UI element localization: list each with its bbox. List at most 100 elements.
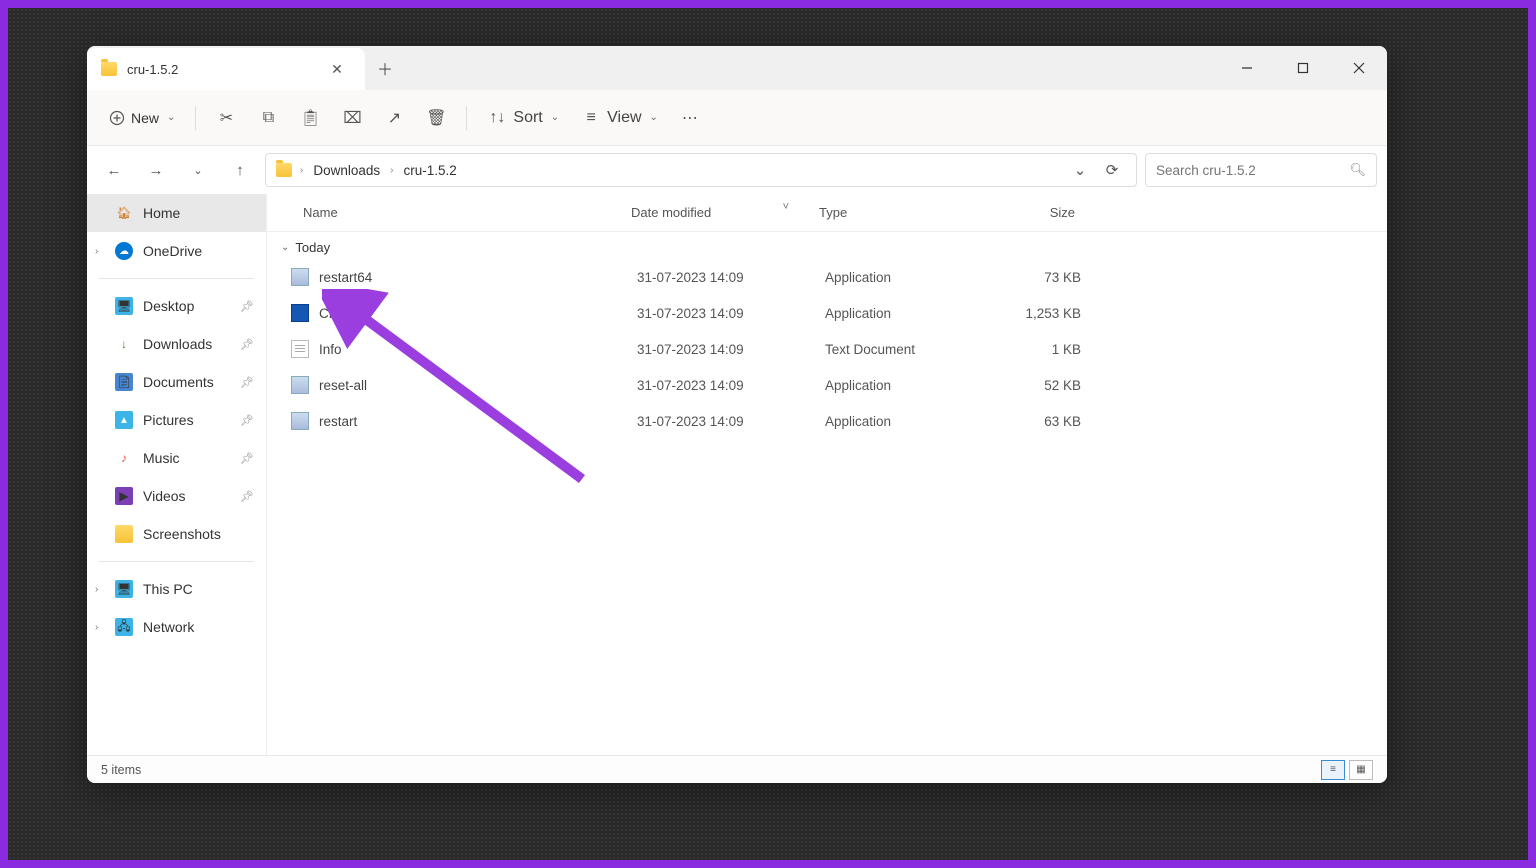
close-button[interactable] (1331, 46, 1387, 90)
maximize-button[interactable] (1275, 46, 1331, 90)
sidebar-label: Videos (143, 488, 186, 504)
file-name: reset-all (319, 378, 637, 393)
delete-button[interactable]: 🗑︎ (418, 100, 454, 136)
chevron-down-icon: ⌄ (281, 242, 289, 253)
address-bar[interactable]: › Downloads › cru-1.5.2 ⌄ ⟳ (265, 153, 1137, 187)
file-row[interactable]: restart6431-07-2023 14:09Application73 K… (267, 259, 1387, 295)
search-input[interactable] (1156, 163, 1349, 178)
ic-folder-icon (115, 525, 133, 543)
cut-button[interactable]: ✂ (208, 100, 244, 136)
view-button[interactable]: ≡ View ⌄ (573, 100, 666, 136)
tab-active[interactable]: cru-1.5.2 ✕ (87, 48, 365, 90)
home-icon: 🏠︎ (115, 204, 133, 222)
sidebar-item-network[interactable]: › 🖧 Network (87, 608, 266, 646)
new-button[interactable]: New ⌄ (101, 100, 183, 136)
file-name: Info (319, 342, 637, 357)
file-name: restart64 (319, 270, 637, 285)
sidebar-item-screenshots[interactable]: Screenshots (87, 515, 266, 553)
pin-icon: 📌︎ (240, 452, 254, 465)
body: 🏠︎ Home › ☁ OneDrive 🖥︎Desktop📌︎ ↓ Downloa… (87, 194, 1387, 755)
pin-icon: 📌︎ (240, 490, 254, 503)
ellipsis-icon: ⋯ (680, 108, 700, 128)
monitor-icon: 🖥︎ (115, 580, 133, 598)
column-size[interactable]: Size (975, 205, 1075, 220)
file-date: 31-07-2023 14:09 (637, 414, 825, 429)
sidebar-item-videos[interactable]: ▶Videos📌︎ (87, 477, 266, 515)
more-button[interactable]: ⋯ (672, 100, 708, 136)
expand-icon[interactable]: › (95, 246, 98, 257)
address-dropdown[interactable]: ⌄ (1066, 156, 1094, 184)
expand-icon[interactable]: › (95, 622, 98, 633)
sidebar-item-desktop[interactable]: 🖥︎Desktop📌︎ (87, 287, 266, 325)
chevron-down-icon: ⌄ (551, 112, 559, 123)
file-name: restart (319, 414, 637, 429)
up-button[interactable]: ↑ (223, 153, 257, 187)
sort-button[interactable]: ↑↓ Sort ⌄ (479, 100, 567, 136)
group-header-today[interactable]: ⌄ Today (267, 232, 1387, 259)
file-row[interactable]: restart31-07-2023 14:09Application63 KB (267, 403, 1387, 439)
file-type: Application (825, 414, 981, 429)
sidebar-item-onedrive[interactable]: › ☁ OneDrive (87, 232, 266, 270)
breadcrumb-item-current[interactable]: cru-1.5.2 (401, 161, 458, 180)
thumbnails-view-toggle[interactable]: ▦ (1349, 760, 1373, 780)
sidebar-item-documents[interactable]: 📄︎Documents📌︎ (87, 363, 266, 401)
new-label: New (131, 110, 159, 126)
share-button[interactable]: ↗ (376, 100, 412, 136)
recent-button[interactable]: ⌄ (181, 153, 215, 187)
group-label: Today (295, 240, 330, 255)
trash-icon: 🗑︎ (426, 108, 446, 128)
breadcrumb-item-downloads[interactable]: Downloads (311, 161, 382, 180)
sidebar-item-downloads[interactable]: ↓ Downloads 📌︎ (87, 325, 266, 363)
ic-pic-icon: ▲ (115, 411, 133, 429)
new-tab-button[interactable]: ＋ (365, 46, 405, 90)
pin-icon: 📌︎ (240, 338, 254, 351)
file-type: Application (825, 378, 981, 393)
file-row[interactable]: CRU31-07-2023 14:09Application1,253 KB (267, 295, 1387, 331)
refresh-button[interactable]: ⟳ (1098, 156, 1126, 184)
details-view-toggle[interactable]: ≡ (1321, 760, 1345, 780)
file-name: CRU (319, 306, 637, 321)
sidebar-label: OneDrive (143, 243, 202, 259)
view-icon: ≡ (581, 108, 601, 128)
tab-close-button[interactable]: ✕ (323, 55, 351, 83)
navigation-row: ← → ⌄ ↑ › Downloads › cru-1.5.2 ⌄ ⟳ 🔍︎ (87, 146, 1387, 194)
folder-icon (276, 163, 292, 177)
clipboard-icon: 📋︎ (300, 108, 320, 128)
back-button[interactable]: ← (97, 153, 131, 187)
titlebar: cru-1.5.2 ✕ ＋ (87, 46, 1387, 90)
minimize-button[interactable] (1219, 46, 1275, 90)
sidebar-item-home[interactable]: 🏠︎ Home (87, 194, 266, 232)
file-date: 31-07-2023 14:09 (637, 342, 825, 357)
network-icon: 🖧 (115, 618, 133, 636)
column-date[interactable]: Date modified (631, 205, 819, 220)
file-size: 52 KB (981, 378, 1081, 393)
status-text: 5 items (101, 763, 141, 777)
file-icon (291, 376, 309, 394)
search-box[interactable]: 🔍︎ (1145, 153, 1377, 187)
ic-desktop-icon: 🖥︎ (115, 297, 133, 315)
sort-label: Sort (513, 109, 542, 127)
chevron-right-icon: › (300, 165, 303, 176)
file-icon (291, 268, 309, 286)
rename-button[interactable]: ⌧ (334, 100, 370, 136)
file-date: 31-07-2023 14:09 (637, 378, 825, 393)
expand-icon[interactable]: › (95, 584, 98, 595)
copy-button[interactable]: ⧉ (250, 100, 286, 136)
sidebar-label: Downloads (143, 336, 212, 352)
sidebar-item-music[interactable]: ♪Music📌︎ (87, 439, 266, 477)
column-type[interactable]: Type (819, 205, 975, 220)
forward-button[interactable]: → (139, 153, 173, 187)
paste-button[interactable]: 📋︎ (292, 100, 328, 136)
column-headers: Name Date modified Type Size (267, 194, 1387, 232)
sidebar-label: Pictures (143, 412, 194, 428)
file-row[interactable]: Info31-07-2023 14:09Text Document1 KB (267, 331, 1387, 367)
sort-icon: ↑↓ (487, 108, 507, 128)
chevron-down-icon: ⌄ (650, 112, 658, 123)
file-date: 31-07-2023 14:09 (637, 306, 825, 321)
file-row[interactable]: reset-all31-07-2023 14:09Application52 K… (267, 367, 1387, 403)
ic-down-icon: ↓ (115, 335, 133, 353)
share-icon: ↗ (384, 108, 404, 128)
sidebar-item-pictures[interactable]: ▲Pictures📌︎ (87, 401, 266, 439)
sidebar-item-thispc[interactable]: › 🖥︎ This PC (87, 570, 266, 608)
column-name[interactable]: Name (303, 205, 631, 220)
